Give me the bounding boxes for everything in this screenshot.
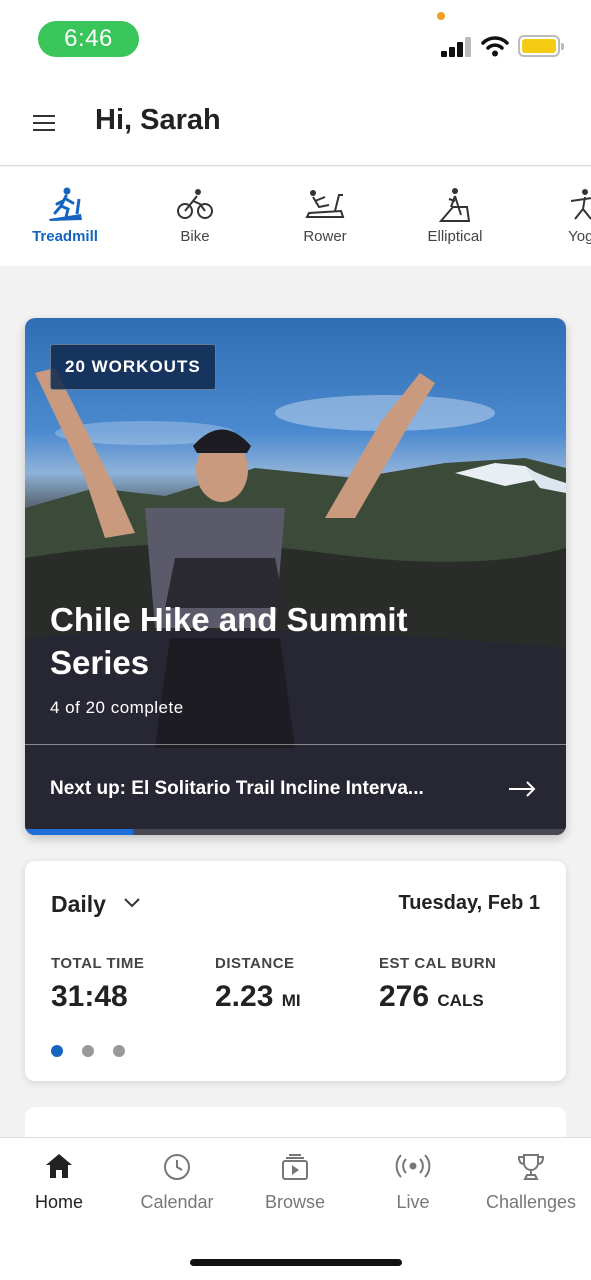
stat-distance: DISTANCE 2.23 MI (215, 955, 301, 1014)
trophy-icon (517, 1154, 545, 1180)
bike-icon (177, 189, 213, 219)
page-dot[interactable] (113, 1045, 125, 1057)
rower-icon (305, 190, 345, 218)
elliptical-icon (438, 188, 471, 222)
series-progress-bar (25, 829, 566, 835)
treadmill-icon (49, 187, 82, 221)
tab-rower[interactable]: Rower (260, 167, 390, 266)
hero-photo (25, 368, 566, 835)
stat-value: 2.23 MI (215, 980, 301, 1013)
tab-label: Treadmill (32, 228, 98, 245)
live-broadcast-icon (395, 1154, 431, 1178)
tab-label: Yoga (568, 228, 591, 245)
chevron-down-icon[interactable] (123, 897, 141, 909)
app-header: Hi, Sarah (0, 80, 591, 166)
nav-label: Browse (264, 1192, 326, 1212)
featured-series-card[interactable]: 20 WORKOUTS Chile Hike and Summit Series… (25, 318, 566, 835)
stat-calories: EST CAL BURN 276 CALS (379, 955, 496, 1014)
tab-label: Rower (303, 228, 347, 245)
nav-label: Home (34, 1192, 83, 1212)
home-icon (46, 1154, 72, 1178)
next-workout-link[interactable]: Next up: El Solitario Trail Incline Inte… (50, 778, 424, 800)
tab-yoga[interactable]: Yoga (520, 167, 591, 266)
stat-total-time: TOTAL TIME 31:48 (51, 955, 144, 1014)
stat-label: TOTAL TIME (51, 955, 145, 972)
nav-live[interactable]: Live (354, 1138, 472, 1228)
stat-value: 31:48 (51, 980, 128, 1013)
series-progress-text: 4 of 20 complete (50, 698, 184, 717)
battery-icon (518, 35, 564, 57)
home-indicator[interactable] (190, 1259, 402, 1266)
nav-label: Live (396, 1192, 430, 1212)
nav-home[interactable]: Home (0, 1138, 118, 1228)
nav-calendar[interactable]: Calendar (118, 1138, 236, 1228)
period-selector[interactable]: Daily (51, 891, 106, 918)
clock-icon (164, 1154, 190, 1180)
divider (25, 744, 566, 745)
nav-label: Calendar (140, 1192, 214, 1212)
hamburger-icon[interactable] (33, 115, 55, 131)
tab-bike[interactable]: Bike (130, 167, 260, 266)
tab-label: Bike (180, 228, 210, 245)
stats-date: Tuesday, Feb 1 (398, 892, 540, 914)
status-bar: 6:46 (0, 0, 591, 80)
stat-label: DISTANCE (215, 955, 295, 972)
page-indicator[interactable] (51, 1044, 144, 1062)
arrow-right-icon[interactable] (508, 780, 536, 798)
cellular-signal-icon (441, 37, 473, 57)
tab-treadmill[interactable]: Treadmill (0, 167, 130, 266)
workout-count-badge: 20 WORKOUTS (50, 344, 216, 390)
page-dot[interactable] (51, 1045, 63, 1057)
privacy-indicator-icon (437, 12, 445, 20)
nav-label: Challenges (485, 1192, 577, 1212)
stat-label: EST CAL BURN (379, 955, 497, 972)
tab-label: Elliptical (427, 228, 483, 245)
nav-challenges[interactable]: Challenges (472, 1138, 590, 1228)
tab-elliptical[interactable]: Elliptical (390, 167, 520, 266)
nav-browse[interactable]: Browse (236, 1138, 354, 1228)
activity-stats-card: Daily Tuesday, Feb 1 TOTAL TIME 31:48 DI… (25, 861, 566, 1081)
equipment-tabs: Treadmill Bike Rower Elliptical Yoga (0, 167, 591, 266)
yoga-icon (570, 189, 591, 220)
stat-value: 276 CALS (379, 980, 484, 1013)
page-dot[interactable] (82, 1045, 94, 1057)
wifi-icon (481, 36, 509, 57)
status-time: 6:46 (38, 21, 139, 57)
greeting-title: Hi, Sarah (95, 104, 221, 136)
series-title: Chile Hike and Summit Series (50, 601, 408, 681)
series-progress-fill (25, 829, 134, 835)
browse-icon (282, 1154, 308, 1180)
